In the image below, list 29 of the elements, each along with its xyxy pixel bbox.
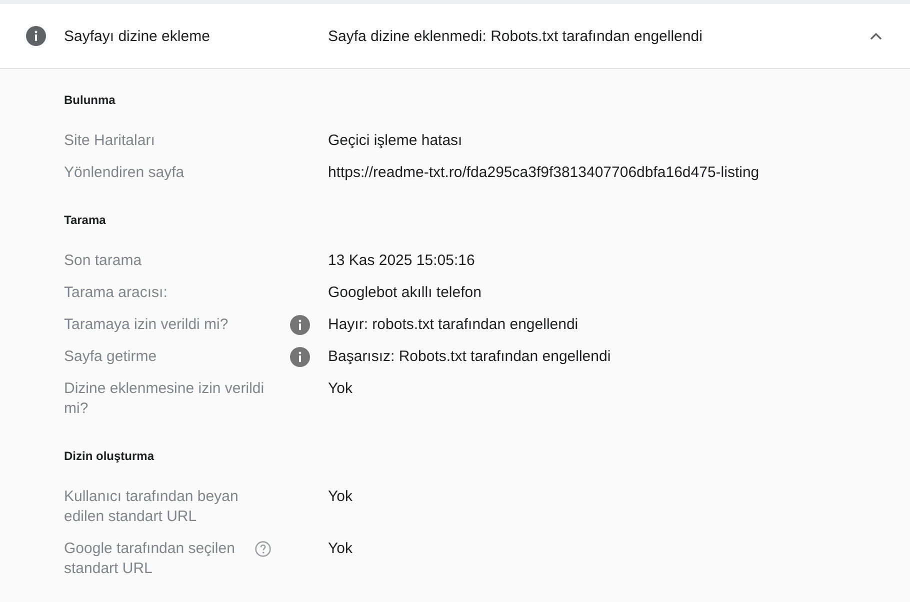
section-heading: Tarama [63, 212, 107, 229]
field-value: 13 Kas 2025 15:05:16 [328, 251, 476, 271]
status-text: Sayfa dizine eklenmedi: Robots.txt tarafından engellendi [328, 28, 704, 44]
info-icon[interactable] [290, 315, 310, 335]
info-icon [26, 26, 46, 46]
section-header[interactable]: Sayfayı dizine ekleme Sayfa dizine eklenmedi: Robots.txt tarafından engellendi [0, 4, 910, 69]
field-value: Yok [328, 487, 354, 507]
section-heading: Dizin oluşturma [63, 448, 156, 465]
field-value: Yok [328, 539, 354, 559]
field-value: Yok [328, 379, 354, 399]
field-label: Son tarama [64, 251, 142, 271]
field-value: https://readme-txt.ro/fda295ca3f9f3813407706dbfa16d475-listing [328, 163, 760, 183]
field-label: Dizine eklenmesine izin verildi mi? [64, 379, 266, 419]
help-icon[interactable] [255, 541, 271, 557]
field-label: Tarama aracısı: [64, 283, 168, 303]
field-label: Taramaya izin verildi mi? [64, 315, 228, 335]
field-label: Google tarafından seçilen standart URL [64, 539, 236, 579]
field-value: Başarısız: Robots.txt tarafından engellendi [328, 347, 612, 367]
field-value: Geçici işleme hatası [328, 131, 464, 151]
field-label: Kullanıcı tarafından beyan edilen standart URL [64, 487, 240, 527]
section-title: Sayfayı dizine ekleme [64, 28, 211, 44]
field-label: Sayfa getirme [64, 347, 157, 367]
field-label: Site Haritaları [64, 131, 155, 151]
info-icon[interactable] [290, 347, 310, 367]
field-value: Googlebot akıllı telefon [328, 283, 482, 303]
field-label: Yönlendiren sayfa [64, 163, 184, 183]
section-heading: Bulunma [63, 92, 116, 109]
chevron-up-icon[interactable] [870, 32, 882, 40]
field-value: Hayır: robots.txt tarafından engellendi [328, 315, 580, 335]
